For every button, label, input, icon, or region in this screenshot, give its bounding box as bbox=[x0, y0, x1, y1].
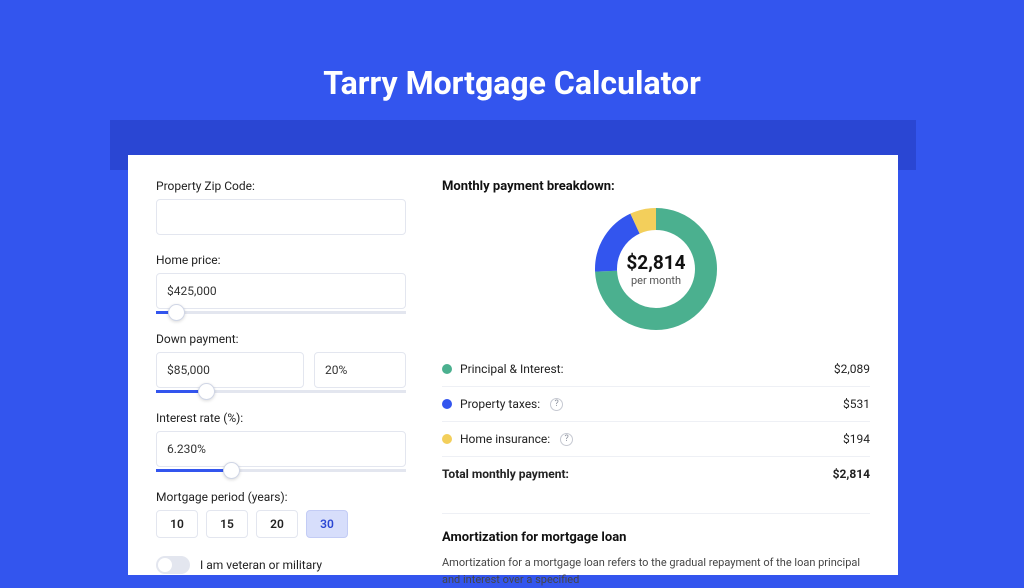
legend-row-insurance: Home insurance: ? $194 bbox=[442, 422, 870, 457]
price-input[interactable] bbox=[156, 273, 406, 309]
legend-label-insurance: Home insurance: bbox=[460, 432, 550, 446]
amortization-section: Amortization for mortgage loan Amortizat… bbox=[442, 513, 870, 588]
veteran-toggle[interactable] bbox=[156, 556, 190, 574]
dot-principal bbox=[442, 364, 452, 374]
legend-row-taxes: Property taxes: ? $531 bbox=[442, 387, 870, 422]
breakdown-panel: Monthly payment breakdown: $2,814 per mo… bbox=[442, 179, 870, 551]
rate-slider[interactable] bbox=[156, 469, 406, 472]
price-label: Home price: bbox=[156, 253, 406, 267]
info-icon[interactable]: ? bbox=[560, 433, 573, 446]
info-icon[interactable]: ? bbox=[550, 398, 563, 411]
amortization-text: Amortization for a mortgage loan refers … bbox=[442, 555, 870, 588]
period-group: Mortgage period (years): 10 15 20 30 bbox=[156, 490, 406, 538]
amortization-title: Amortization for mortgage loan bbox=[442, 530, 870, 545]
period-option-15[interactable]: 15 bbox=[206, 510, 248, 538]
period-label: Mortgage period (years): bbox=[156, 490, 406, 504]
legend-row-principal: Principal & Interest: $2,089 bbox=[442, 352, 870, 387]
legend-label-principal: Principal & Interest: bbox=[460, 362, 564, 376]
payment-donut-chart: $2,814 per month bbox=[591, 204, 721, 334]
breakdown-title: Monthly payment breakdown: bbox=[442, 179, 870, 194]
legend: Principal & Interest: $2,089 Property ta… bbox=[442, 352, 870, 491]
calculator-card: Property Zip Code: Home price: Down paym… bbox=[128, 155, 898, 575]
dot-insurance bbox=[442, 434, 452, 444]
legend-label-total: Total monthly payment: bbox=[442, 467, 569, 481]
donut-center-value: $2,814 bbox=[626, 251, 685, 274]
rate-input[interactable] bbox=[156, 431, 406, 467]
veteran-row: I am veteran or military bbox=[156, 556, 406, 574]
zip-group: Property Zip Code: bbox=[156, 179, 406, 235]
down-label: Down payment: bbox=[156, 332, 406, 346]
price-slider[interactable] bbox=[156, 311, 406, 314]
legend-row-total: Total monthly payment: $2,814 bbox=[442, 457, 870, 491]
period-segmented: 10 15 20 30 bbox=[156, 510, 406, 538]
legend-amount-total: $2,814 bbox=[833, 467, 870, 481]
rate-group: Interest rate (%): bbox=[156, 411, 406, 472]
legend-amount-taxes: $531 bbox=[843, 397, 870, 411]
zip-label: Property Zip Code: bbox=[156, 179, 406, 193]
down-percent-input[interactable] bbox=[314, 352, 406, 388]
legend-amount-principal: $2,089 bbox=[834, 362, 870, 376]
rate-label: Interest rate (%): bbox=[156, 411, 406, 425]
donut-center-sub: per month bbox=[631, 274, 681, 287]
veteran-label: I am veteran or military bbox=[200, 558, 322, 572]
legend-amount-insurance: $194 bbox=[843, 432, 870, 446]
period-option-10[interactable]: 10 bbox=[156, 510, 198, 538]
zip-input[interactable] bbox=[156, 199, 406, 235]
down-amount-input[interactable] bbox=[156, 352, 304, 388]
period-option-30[interactable]: 30 bbox=[306, 510, 348, 538]
divider bbox=[442, 513, 870, 514]
page-title: Tarry Mortgage Calculator bbox=[0, 0, 1024, 102]
price-group: Home price: bbox=[156, 253, 406, 314]
down-slider[interactable] bbox=[156, 390, 406, 393]
down-group: Down payment: bbox=[156, 332, 406, 393]
legend-label-taxes: Property taxes: bbox=[460, 397, 540, 411]
form-panel: Property Zip Code: Home price: Down paym… bbox=[156, 179, 406, 551]
period-option-20[interactable]: 20 bbox=[256, 510, 298, 538]
dot-taxes bbox=[442, 399, 452, 409]
